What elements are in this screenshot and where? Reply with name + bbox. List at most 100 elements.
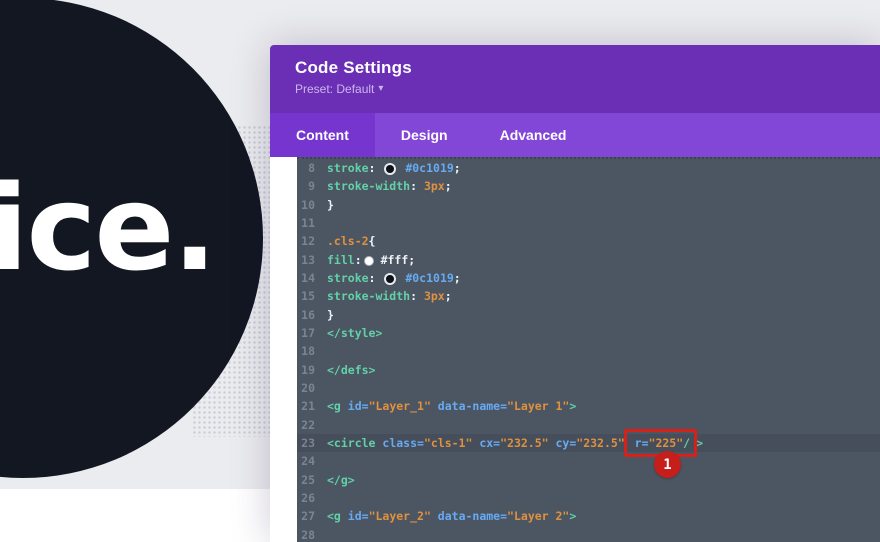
code-token: : <box>369 161 383 175</box>
preset-selector[interactable]: Preset: Default ▾ <box>295 82 383 96</box>
annotation-badge-1: 1 <box>654 451 681 478</box>
code-text: fill: #fff; <box>327 253 415 267</box>
line-number: 26 <box>297 489 327 507</box>
code-text: <g id="Layer_2" data-name="Layer 2"> <box>327 509 576 523</box>
code-line[interactable]: 26 <box>297 489 880 507</box>
chevron-down-icon: ▾ <box>378 84 383 94</box>
code-token: class= <box>375 436 423 450</box>
code-token: > <box>569 509 576 523</box>
page-background: ice. Code Settings Preset: Default ▾ Con… <box>0 0 880 542</box>
line-number: 19 <box>297 361 327 379</box>
code-line[interactable]: 15stroke-width: 3px; <box>297 287 880 305</box>
code-token: "Layer 1" <box>507 399 569 413</box>
code-token: id= <box>341 399 369 413</box>
line-number: 15 <box>297 287 327 305</box>
code-text: stroke: #0c1019; <box>327 161 461 175</box>
code-text: <g id="Layer_1" data-name="Layer 1"> <box>327 399 576 413</box>
code-line[interactable]: 9stroke-width: 3px; <box>297 177 880 195</box>
line-number: 18 <box>297 342 327 360</box>
code-token: : <box>369 271 383 285</box>
code-token: data-name= <box>431 399 507 413</box>
color-swatch-icon <box>386 165 394 173</box>
code-token: } <box>327 198 334 212</box>
code-token: ; <box>445 179 452 193</box>
code-line[interactable]: 13fill: #fff; <box>297 251 880 269</box>
code-line[interactable]: 12.cls-2{ <box>297 232 880 250</box>
code-text: stroke-width: 3px; <box>327 289 452 303</box>
code-token: "Layer 2" <box>507 509 569 523</box>
code-token: > <box>569 399 576 413</box>
line-number: 22 <box>297 416 327 434</box>
code-token: </g> <box>327 473 355 487</box>
code-text: </g> <box>327 473 355 487</box>
code-token: : <box>410 179 424 193</box>
code-token: { <box>369 234 376 248</box>
code-line[interactable]: 27<g id="Layer_2" data-name="Layer 2"> <box>297 507 880 525</box>
code-token: : <box>355 253 362 267</box>
code-line[interactable]: 14stroke: #0c1019; <box>297 269 880 287</box>
preset-label: Preset: Default <box>295 82 374 96</box>
line-number: 23 <box>297 434 327 452</box>
tab-advanced[interactable]: Advanced <box>474 113 593 157</box>
code-token: / <box>683 436 690 450</box>
code-line[interactable]: 21<g id="Layer_1" data-name="Layer 1"> <box>297 397 880 415</box>
code-token: } <box>327 308 334 322</box>
code-line[interactable]: 20 <box>297 379 880 397</box>
code-line[interactable]: 11 <box>297 214 880 232</box>
code-token: #0c1019 <box>398 161 453 175</box>
code-line[interactable]: 25</g> <box>297 471 880 489</box>
code-token: "Layer_1" <box>369 399 431 413</box>
code-editor[interactable]: 1 8stroke: #0c1019;9stroke-width: 3px;10… <box>297 157 880 542</box>
tab-design[interactable]: Design <box>375 113 474 157</box>
code-token: <circle <box>327 436 375 450</box>
code-line[interactable]: 23<circle class="cls-1" cx="232.5" cy="2… <box>297 434 880 452</box>
code-token: "232.5" <box>500 436 548 450</box>
line-number: 27 <box>297 507 327 525</box>
line-number: 16 <box>297 306 327 324</box>
code-line[interactable]: 10} <box>297 196 880 214</box>
code-token: <g <box>327 399 341 413</box>
code-line[interactable]: 16} <box>297 306 880 324</box>
code-text: } <box>327 198 334 212</box>
line-number: 20 <box>297 379 327 397</box>
modal-header: Code Settings Preset: Default ▾ <box>270 45 880 113</box>
line-number: 12 <box>297 232 327 250</box>
code-text: stroke-width: 3px; <box>327 179 452 193</box>
color-swatch-icon <box>365 257 373 265</box>
code-line[interactable]: 18 <box>297 342 880 360</box>
code-token: 3px <box>424 289 445 303</box>
tab-content[interactable]: Content <box>270 113 375 157</box>
code-line[interactable]: 28 <box>297 526 880 542</box>
code-token: fill <box>327 253 355 267</box>
code-token: "225" <box>649 436 684 450</box>
code-line[interactable]: 17</style> <box>297 324 880 342</box>
code-line[interactable]: 8stroke: #0c1019; <box>297 159 880 177</box>
code-token: stroke <box>327 271 369 285</box>
code-token: #0c1019 <box>398 271 453 285</box>
code-token: ; <box>454 271 461 285</box>
code-line[interactable]: 22 <box>297 416 880 434</box>
code-token: > <box>696 436 703 450</box>
code-text: stroke: #0c1019; <box>327 271 461 285</box>
code-token: .cls-2 <box>327 234 369 248</box>
code-token: r= <box>628 436 649 450</box>
code-token: <g <box>327 509 341 523</box>
line-number: 28 <box>297 526 327 542</box>
code-token: "232.5" <box>576 436 624 450</box>
code-token: cx= <box>472 436 500 450</box>
code-token: : <box>410 289 424 303</box>
code-token: "cls-1" <box>424 436 472 450</box>
code-text: <circle class="cls-1" cx="232.5" cy="232… <box>327 436 703 450</box>
tab-bar: Content Design Advanced <box>270 113 880 157</box>
code-token: </defs> <box>327 363 375 377</box>
line-number: 9 <box>297 177 327 195</box>
code-settings-modal: Code Settings Preset: Default ▾ Content … <box>270 45 880 542</box>
code-line[interactable]: 24 <box>297 452 880 470</box>
line-number: 8 <box>297 159 327 177</box>
code-text: </style> <box>327 326 382 340</box>
code-line[interactable]: 19</defs> <box>297 361 880 379</box>
code-token: #fff; <box>374 253 416 267</box>
line-number: 24 <box>297 452 327 470</box>
modal-body: 1 8stroke: #0c1019;9stroke-width: 3px;10… <box>270 157 880 542</box>
logo-text: ice. <box>0 169 215 287</box>
